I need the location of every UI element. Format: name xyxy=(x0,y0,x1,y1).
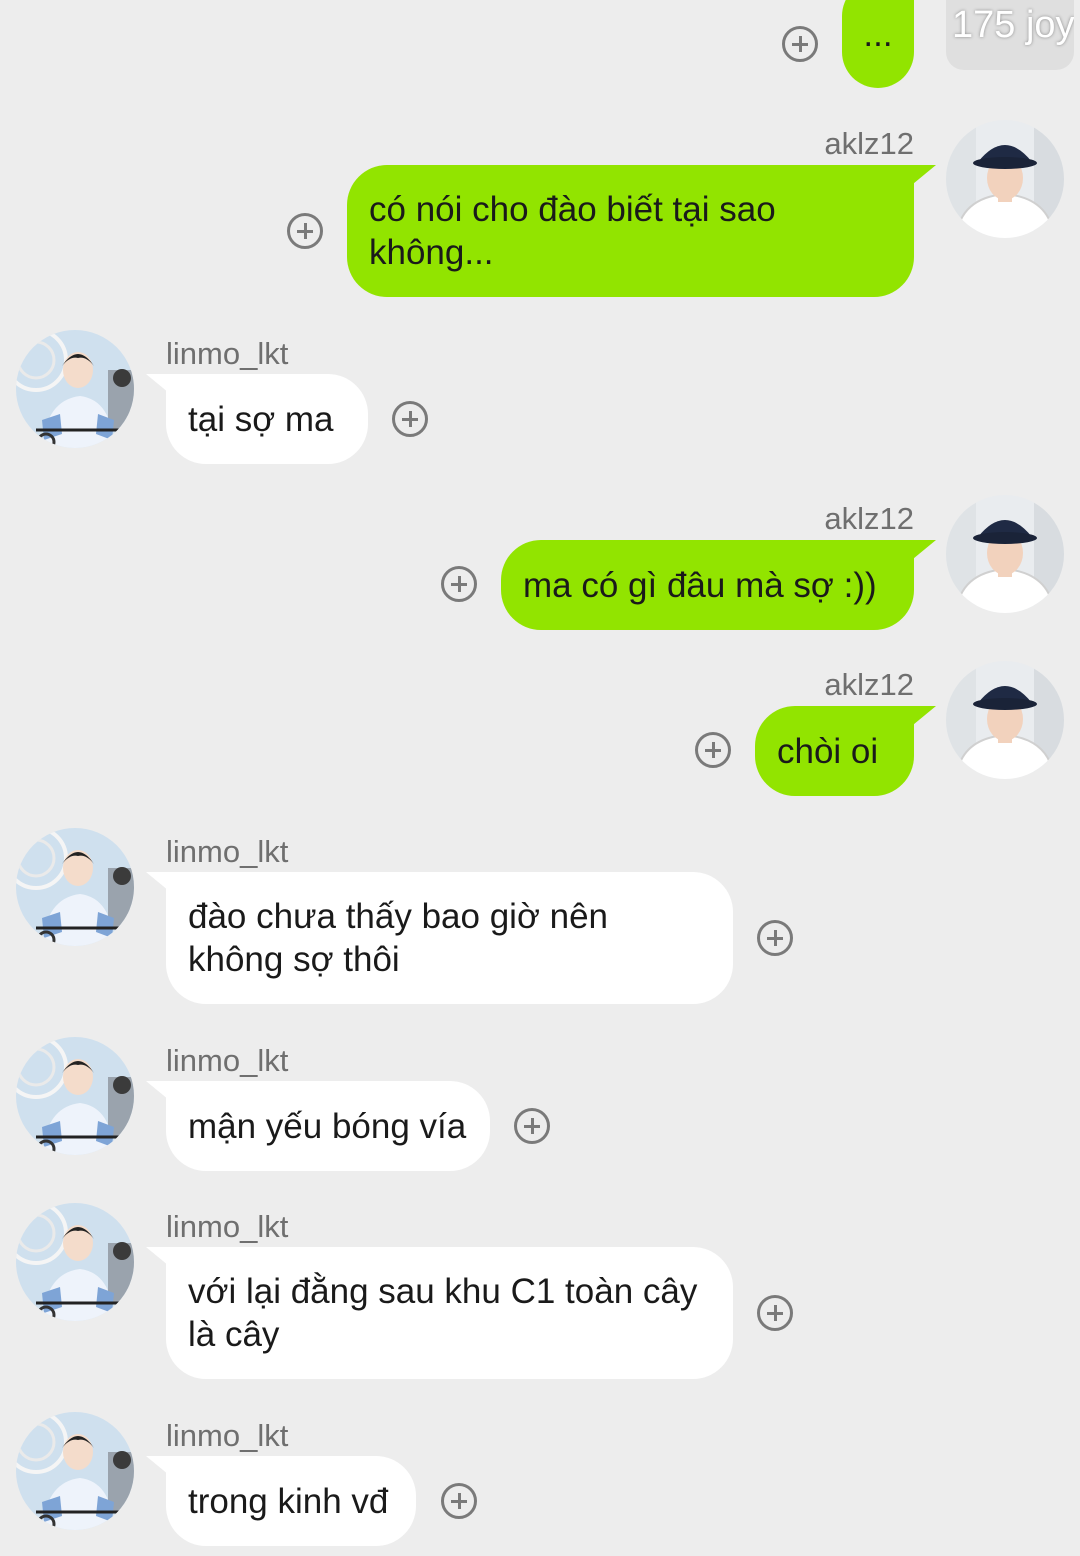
add-reaction-icon[interactable] xyxy=(757,920,793,956)
avatar[interactable] xyxy=(16,330,134,448)
add-reaction-icon[interactable] xyxy=(782,26,818,62)
message-text: ma có gì đâu mà sợ :)) xyxy=(523,565,877,605)
add-reaction-icon[interactable] xyxy=(287,213,323,249)
add-reaction-icon[interactable] xyxy=(514,1108,550,1144)
watermark-text: 175 joy xyxy=(952,4,1074,46)
message-text: mận yếu bóng vía xyxy=(188,1106,467,1146)
message-text: đào chưa thấy bao giờ nên không sợ thôi xyxy=(188,897,609,979)
add-reaction-icon[interactable] xyxy=(695,732,731,768)
add-reaction-icon[interactable] xyxy=(441,1483,477,1519)
message-bubble[interactable]: với lại đằng sau khu C1 toàn cây là cây xyxy=(166,1247,733,1379)
sender-name: linmo_lkt xyxy=(166,834,289,869)
sender-name: aklz12 xyxy=(824,667,914,702)
sender-name: linmo_lkt xyxy=(166,336,289,371)
sender-name: linmo_lkt xyxy=(166,1418,289,1453)
message-bubble[interactable]: mận yếu bóng vía xyxy=(166,1081,490,1171)
add-reaction-icon[interactable] xyxy=(441,566,477,602)
message-bubble[interactable]: trong kinh vđ xyxy=(166,1456,416,1546)
message-text: với lại đằng sau khu C1 toàn cây là cây xyxy=(188,1272,698,1354)
add-reaction-icon[interactable] xyxy=(392,401,428,437)
sender-name: linmo_lkt xyxy=(166,1209,289,1244)
add-reaction-icon[interactable] xyxy=(757,1295,793,1331)
message-bubble[interactable]: tại sợ ma xyxy=(166,374,368,464)
message-bubble[interactable]: chòi oi xyxy=(755,706,914,796)
avatar[interactable] xyxy=(16,1203,134,1321)
avatar[interactable] xyxy=(946,661,1064,779)
message-text: chòi oi xyxy=(777,731,879,771)
message-text: tại sợ ma xyxy=(188,399,334,439)
avatar[interactable] xyxy=(16,1037,134,1155)
message-bubble[interactable]: ma có gì đâu mà sợ :)) xyxy=(501,540,914,630)
sender-name: linmo_lkt xyxy=(166,1043,289,1078)
sender-name: aklz12 xyxy=(824,501,914,536)
message-bubble[interactable]: ... xyxy=(842,0,914,88)
message-text: trong kinh vđ xyxy=(188,1481,389,1521)
avatar[interactable] xyxy=(946,120,1064,238)
message-text: ... xyxy=(863,14,893,54)
watermark: 175 joy xyxy=(946,0,1074,70)
message-text: có nói cho đào biết tại sao không... xyxy=(369,190,776,272)
avatar[interactable] xyxy=(946,495,1064,613)
avatar[interactable] xyxy=(16,1412,134,1530)
sender-name: aklz12 xyxy=(824,126,914,161)
avatar[interactable] xyxy=(16,828,134,946)
message-bubble[interactable]: đào chưa thấy bao giờ nên không sợ thôi xyxy=(166,872,733,1004)
message-bubble[interactable]: có nói cho đào biết tại sao không... xyxy=(347,165,914,297)
